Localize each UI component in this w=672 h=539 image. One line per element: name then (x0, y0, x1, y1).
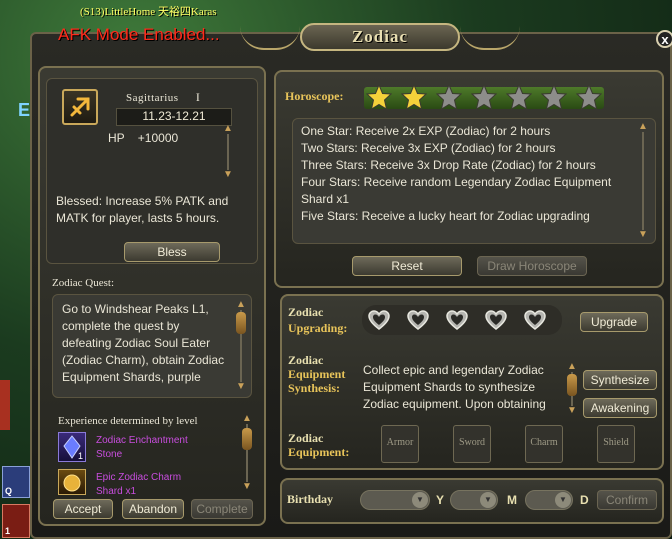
scroll-up-arrow-icon[interactable]: ▲ (235, 300, 247, 310)
upgrading-label-line1: Zodiac (288, 305, 324, 319)
synthesis-description: Collect epic and legendary Zodiac Equipm… (363, 363, 546, 411)
skill-slot-q[interactable]: Q (2, 466, 30, 498)
synthesis-label-line1: Zodiac (288, 353, 324, 367)
birthday-year-dropdown[interactable]: ▼ (360, 490, 430, 510)
horoscope-line: Three Stars: Receive 3x Drop Rate (Zodia… (301, 158, 596, 172)
hp-label: HP (108, 131, 125, 145)
empty-heart-slot-icon[interactable] (523, 308, 547, 332)
reset-button[interactable]: Reset (352, 256, 462, 276)
empty-heart-slot-icon[interactable] (367, 308, 391, 332)
skill-key-q: Q (5, 486, 13, 496)
scroll-down-arrow-icon[interactable]: ▼ (637, 230, 649, 240)
awakening-button[interactable]: Awakening (583, 398, 657, 418)
synthesis-label: Zodiac Equipment Synthesis: (288, 353, 345, 395)
upgrade-button[interactable]: Upgrade (580, 312, 648, 332)
synthesis-label-line3: Synthesis: (288, 381, 341, 395)
synthesize-button[interactable]: Synthesize (583, 370, 657, 390)
horoscope-scrollbar[interactable]: ▲ ▼ (637, 122, 649, 240)
scroll-down-arrow-icon[interactable]: ▼ (241, 482, 253, 492)
horoscope-line: Two Stars: Receive 3x EXP (Zodiac) for 2… (301, 141, 556, 155)
scroll-down-arrow-icon[interactable]: ▼ (566, 406, 578, 416)
sign-dates: 11.23-12.21 (116, 108, 232, 126)
accept-button[interactable]: Accept (53, 499, 113, 519)
draw-horoscope-button[interactable]: Draw Horoscope (477, 256, 587, 276)
blue-gem-icon[interactable]: 1 (58, 432, 86, 462)
scroll-thumb[interactable] (236, 312, 246, 334)
close-button[interactable]: x (656, 30, 672, 48)
upgrading-label: Zodiac Upgrading: (288, 304, 347, 336)
star-unlit-icon (505, 83, 533, 111)
upgrading-label-line2: Upgrading: (288, 321, 348, 335)
scroll-up-arrow-icon[interactable]: ▲ (637, 122, 649, 132)
horoscope-line: Four Stars: Receive random Legendary Zod… (301, 175, 612, 206)
reward-count: 1 (77, 451, 83, 461)
quest-description: Go to Windshear Peaks L1, complete the q… (62, 302, 225, 384)
synthesis-label-line2: Equipment (288, 367, 346, 381)
birthday-day-dropdown[interactable]: ▼ (525, 490, 573, 510)
player-nameplate: (S13)LittleHome 天裕四Karas (80, 6, 217, 18)
hp-value: +10000 (137, 131, 179, 145)
bless-button[interactable]: Bless (124, 242, 220, 262)
sign-hp: HP +10000 (108, 130, 178, 147)
star-unlit-icon (540, 83, 568, 111)
day-label: D (580, 493, 589, 507)
complete-button[interactable]: Complete (191, 499, 253, 519)
skill-slot-1[interactable]: 1 (2, 504, 30, 538)
side-hud-letter: E (18, 100, 31, 120)
equipment-label: Zodiac Equipment: (288, 431, 349, 459)
star-unlit-icon (470, 83, 498, 111)
sagittarius-icon (62, 89, 98, 125)
hud-hp-sliver (0, 380, 10, 430)
star-unlit-icon (435, 83, 463, 111)
chevron-down-icon: ▼ (480, 492, 496, 508)
equip-slot-sword[interactable]: Sword (453, 425, 491, 463)
chevron-down-icon: ▼ (555, 492, 571, 508)
sign-name: Sagittarius (126, 92, 179, 104)
horoscope-list: One Star: Receive 2x EXP (Zodiac) for 2 … (301, 123, 631, 237)
month-label: M (507, 493, 517, 507)
scroll-thumb[interactable] (567, 374, 577, 396)
reward-header: Experience determined by level (58, 415, 198, 427)
equip-slot-charm[interactable]: Charm (525, 425, 563, 463)
reward-name-charm: Epic Zodiac Charm Shard x1 (96, 472, 182, 495)
horoscope-line: Five Stars: Receive a lucky heart for Zo… (301, 209, 590, 223)
birthday-month-dropdown[interactable]: ▼ (450, 490, 498, 510)
reward-name-stone: Zodiac Enchantment Stone (96, 435, 188, 460)
scroll-down-arrow-icon[interactable]: ▼ (235, 382, 247, 392)
skill-key-1: 1 (5, 526, 11, 536)
equip-slot-shield[interactable]: Shield (597, 425, 635, 463)
equip-slot-armor[interactable]: Armor (381, 425, 419, 463)
chevron-down-icon: ▼ (412, 492, 428, 508)
afk-status-text: AFK Mode Enabled... (58, 25, 220, 44)
horoscope-label: Horoscope: (285, 89, 344, 103)
sign-title: Sagittarius I (126, 89, 200, 107)
sign-scrollbar[interactable]: ▲ ▼ (222, 124, 234, 180)
sign-numeral: I (195, 90, 200, 104)
reward-scrollbar[interactable]: ▲ ▼ (241, 414, 253, 492)
equipment-label-line2: Equipment: (288, 445, 350, 459)
year-label: Y (436, 493, 445, 507)
star-unlit-icon (575, 83, 603, 111)
blessing-text: Blessed: Increase 5% PATK and MATK for p… (56, 194, 229, 225)
horoscope-line: One Star: Receive 2x EXP (Zodiac) for 2 … (301, 124, 551, 138)
confirm-button[interactable]: Confirm (597, 490, 657, 510)
quest-header: Zodiac Quest: (52, 277, 115, 289)
scroll-up-arrow-icon[interactable]: ▲ (241, 414, 253, 424)
abandon-button[interactable]: Abandon (122, 499, 184, 519)
empty-heart-slot-icon[interactable] (445, 308, 469, 332)
synthesis-scrollbar[interactable]: ▲ ▼ (566, 362, 578, 416)
empty-heart-slot-icon[interactable] (484, 308, 508, 332)
empty-heart-slot-icon[interactable] (406, 308, 430, 332)
star-lit-icon (400, 83, 428, 111)
birthday-label: Birthday (287, 492, 334, 506)
scroll-up-arrow-icon[interactable]: ▲ (222, 124, 234, 134)
equipment-label-line1: Zodiac (288, 431, 324, 445)
window-title: Zodiac (300, 23, 460, 51)
scroll-thumb[interactable] (242, 428, 252, 450)
scroll-down-arrow-icon[interactable]: ▼ (222, 170, 234, 180)
quest-scrollbar[interactable]: ▲ ▼ (235, 300, 247, 392)
scroll-up-arrow-icon[interactable]: ▲ (566, 362, 578, 372)
charm-shard-icon[interactable] (58, 469, 86, 495)
star-lit-icon (365, 83, 393, 111)
